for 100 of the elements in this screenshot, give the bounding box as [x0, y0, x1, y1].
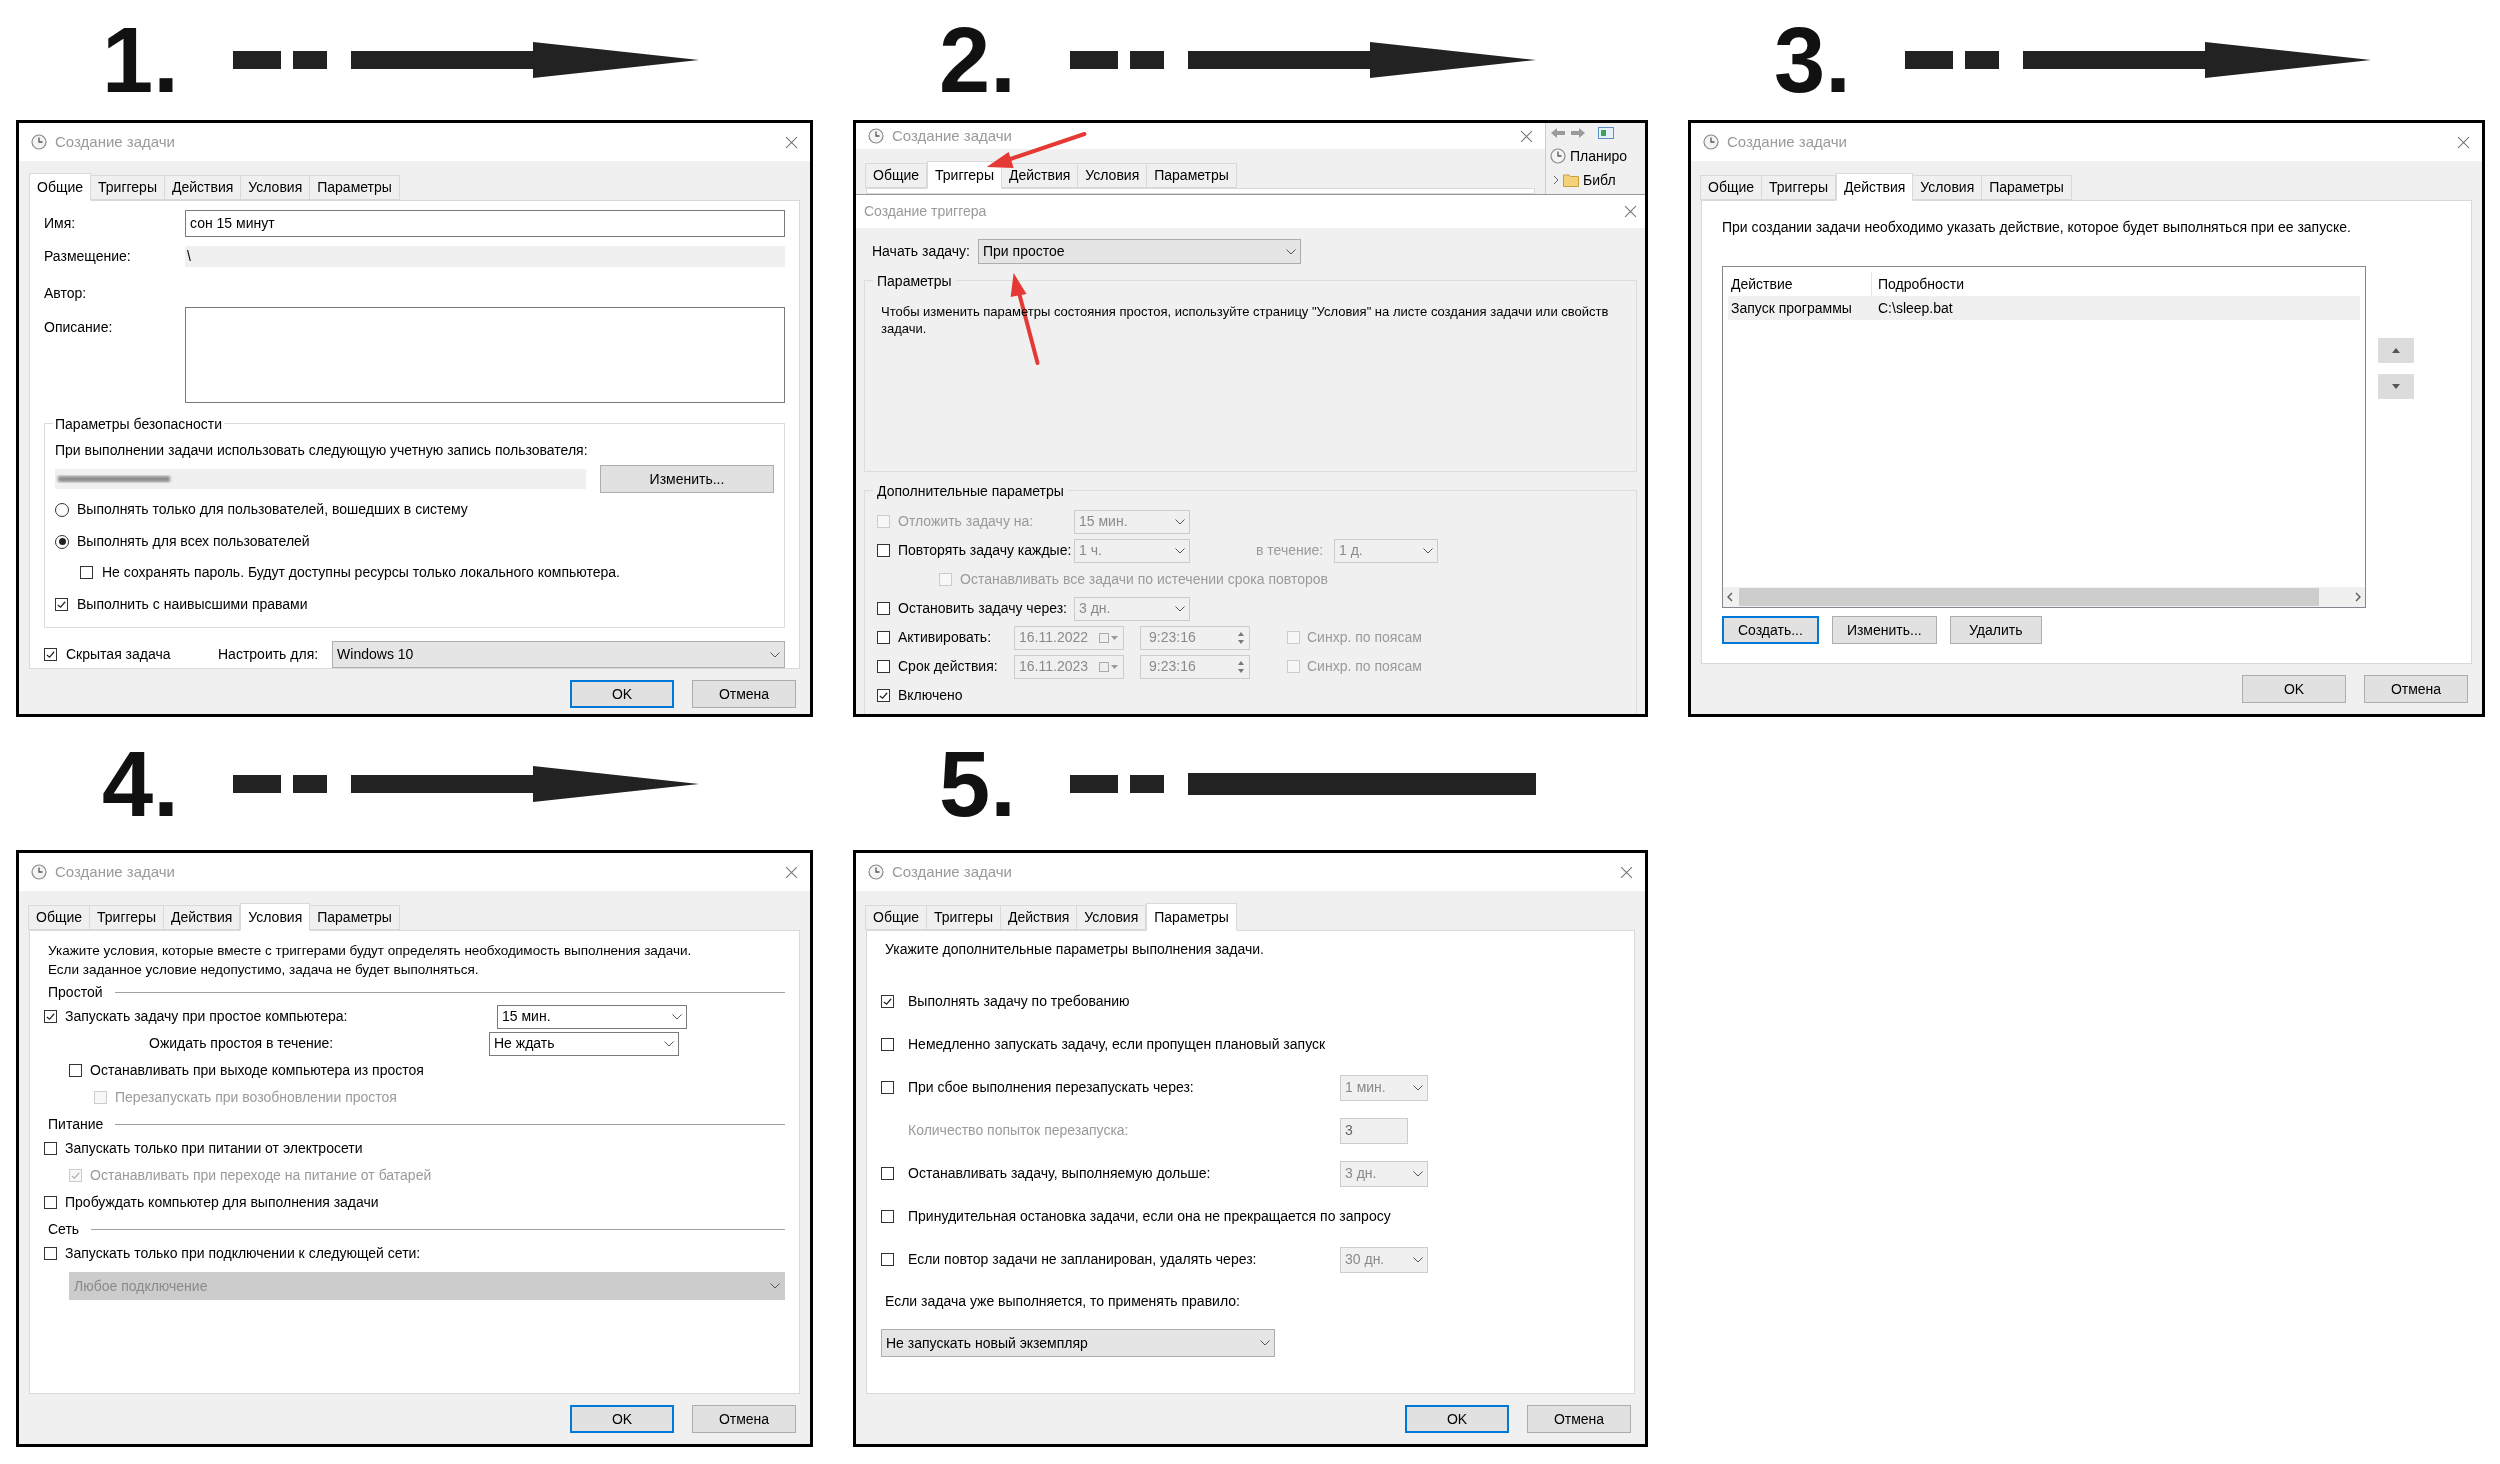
tab[interactable]: Условия [1912, 175, 1983, 200]
tab[interactable]: Параметры [1981, 175, 2072, 200]
close-icon[interactable] [785, 135, 798, 149]
checkbox[interactable] [44, 1247, 57, 1260]
dropdown[interactable]: 15 мин. [497, 1004, 687, 1029]
chevron-down-icon [1423, 547, 1433, 554]
tree-item[interactable]: Планиро [1570, 145, 1628, 167]
dialog-button[interactable]: OK [570, 1405, 674, 1433]
dropdown[interactable]: При простое [978, 239, 1301, 264]
tab[interactable]: Действия [1000, 163, 1079, 188]
checkbox[interactable] [877, 544, 890, 557]
tab[interactable]: Общие [29, 173, 92, 201]
step-number: 5. [939, 737, 1016, 830]
checkbox[interactable] [877, 602, 890, 615]
chevron-left-icon[interactable] [1727, 592, 1733, 602]
description-field[interactable] [185, 307, 785, 403]
change-button[interactable]: Изменить... [600, 465, 774, 493]
dialog-button[interactable]: OK [1405, 1405, 1509, 1433]
tree-item[interactable]: Библ [1583, 169, 1616, 191]
tab[interactable]: Параметры [309, 905, 400, 930]
checkbox[interactable] [881, 995, 894, 1008]
calendar-dropdown-icon [1099, 661, 1119, 672]
dropdown[interactable]: Не запускать новый экземпляр [881, 1329, 1275, 1357]
close-icon[interactable] [1624, 205, 1637, 218]
close-icon[interactable] [1520, 129, 1533, 143]
chevron-down-icon [1413, 1170, 1423, 1177]
chevron-down-icon [770, 651, 780, 658]
checkbox[interactable] [881, 1081, 894, 1094]
calendar-dropdown-icon [1099, 632, 1119, 643]
chevron-down-icon [1175, 605, 1185, 612]
tab[interactable]: Триггеры [89, 905, 164, 930]
chevron-down-icon [1260, 1340, 1270, 1346]
tab[interactable]: Триггеры [927, 161, 1002, 189]
checkbox[interactable] [881, 1038, 894, 1051]
radio-button[interactable] [55, 534, 69, 549]
tab[interactable]: Общие [865, 905, 928, 930]
tab[interactable]: Триггеры [1761, 175, 1836, 200]
triangle-down-icon [2392, 384, 2400, 389]
tab[interactable]: Действия [163, 175, 242, 200]
list-button[interactable]: Создать... [1722, 616, 1819, 644]
dialog-button[interactable]: OK [2242, 675, 2346, 703]
list-button[interactable]: Удалить [1949, 616, 2042, 644]
field-label: Ожидать простоя в течение: [149, 1034, 334, 1053]
dialog-button[interactable]: Отмена [692, 680, 796, 708]
dialog-button[interactable]: OK [570, 680, 674, 708]
radio-button[interactable] [55, 502, 69, 517]
close-icon[interactable] [2457, 135, 2470, 149]
dialog-button[interactable]: Отмена [2364, 675, 2468, 703]
field-label: в течение: [1256, 541, 1325, 560]
tab[interactable]: Параметры [1146, 163, 1237, 188]
chevron-right-icon[interactable] [1553, 175, 1559, 185]
list-button[interactable]: Изменить... [1831, 616, 1937, 644]
tab[interactable]: Триггеры [90, 175, 165, 200]
checkbox[interactable] [44, 648, 57, 661]
checkbox[interactable] [55, 597, 68, 611]
tab[interactable]: Параметры [1146, 903, 1237, 931]
step-number: 3. [1774, 14, 1851, 106]
checkbox-label: Выполнять задачу по требованию [908, 992, 1130, 1011]
tab[interactable]: Условия [240, 175, 311, 200]
tab[interactable]: Триггеры [926, 905, 1001, 930]
section-title: Простой [48, 982, 103, 1002]
checkbox-label: Перезапускать при возобновлении простоя [115, 1088, 397, 1107]
checkbox[interactable] [881, 1167, 894, 1180]
close-icon[interactable] [1620, 865, 1633, 879]
chevron-right-icon[interactable] [2355, 592, 2361, 602]
dropdown[interactable]: Windows 10 [332, 641, 785, 668]
checkbox[interactable] [44, 1010, 57, 1023]
tab[interactable]: Условия [1076, 905, 1147, 930]
tab[interactable]: Условия [1077, 163, 1148, 188]
field-label: Если задача уже выполняется, то применять правило: [885, 1291, 1240, 1311]
tab[interactable]: Общие [865, 163, 928, 188]
dialog-button[interactable]: Отмена [692, 1405, 796, 1433]
dialog-button[interactable]: Отмена [1527, 1405, 1631, 1433]
scrollbar[interactable] [1723, 587, 2365, 607]
scrollbar-thumb[interactable] [1739, 588, 2319, 606]
column-header[interactable]: Подробности [1872, 272, 2360, 296]
checkbox[interactable] [44, 1142, 57, 1155]
checkbox[interactable] [80, 565, 93, 579]
tab[interactable]: Параметры [309, 175, 400, 200]
checkbox[interactable] [877, 631, 890, 644]
tab[interactable]: Действия [162, 905, 241, 930]
checkbox[interactable] [877, 689, 890, 702]
tab[interactable]: Действия [1835, 173, 1914, 201]
name-field[interactable]: сон 15 минут [185, 210, 785, 237]
checkbox[interactable] [69, 1064, 82, 1077]
checkbox[interactable] [877, 660, 890, 673]
tab[interactable]: Общие [1700, 175, 1763, 200]
clock-icon [868, 128, 884, 144]
panel-icon[interactable] [1598, 127, 1614, 139]
checkbox[interactable] [44, 1196, 57, 1209]
checkbox-label: Останавливать при переходе на питание от батарей [90, 1166, 432, 1185]
close-icon[interactable] [785, 865, 798, 879]
checkbox[interactable] [881, 1253, 894, 1266]
field-label: Автор: [44, 283, 87, 303]
checkbox[interactable] [881, 1210, 894, 1223]
list-row[interactable]: Запуск программы C:\sleep.bat [1728, 296, 2360, 320]
tab[interactable]: Общие [28, 905, 91, 930]
dropdown[interactable]: Не ждать [489, 1031, 679, 1056]
tab[interactable]: Действия [999, 905, 1078, 930]
tab[interactable]: Условия [240, 903, 311, 931]
